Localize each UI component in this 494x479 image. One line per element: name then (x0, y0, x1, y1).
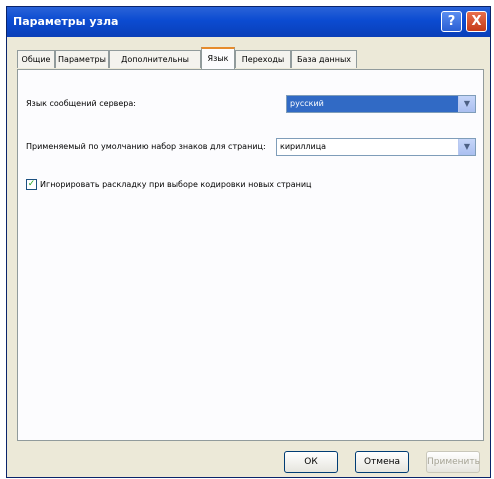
cancel-button[interactable]: Отмена (355, 451, 409, 473)
tab-language[interactable]: Язык (201, 47, 235, 69)
tab-panel-language: Язык сообщений сервера: русский ▼ Примен… (17, 69, 484, 441)
server-language-select[interactable]: русский ▼ (286, 95, 476, 113)
ignore-layout-checkbox[interactable]: ✓ (26, 179, 37, 190)
tab-advanced[interactable]: Дополнительны (109, 50, 201, 68)
dialog-window: Параметры узла ? X Общие Параметры Допол… (6, 6, 491, 478)
chevron-down-icon[interactable]: ▼ (458, 139, 475, 155)
close-icon: X (471, 14, 482, 29)
help-icon: ? (447, 14, 456, 29)
chevron-down-icon[interactable]: ▼ (458, 96, 475, 112)
charset-label: Применяемый по умолчанию набор знаков дл… (26, 142, 266, 151)
charset-value: кириллица (280, 142, 327, 151)
tab-database[interactable]: База данных (291, 50, 357, 68)
tab-transitions[interactable]: Переходы (235, 50, 291, 68)
ok-button[interactable]: ОК (284, 451, 338, 473)
tab-general[interactable]: Общие (17, 50, 55, 68)
charset-select[interactable]: кириллица ▼ (276, 138, 476, 156)
server-language-label: Язык сообщений сервера: (26, 99, 136, 108)
server-language-value: русский (290, 99, 324, 108)
apply-button[interactable]: Применить (426, 451, 480, 473)
tab-parameters[interactable]: Параметры (55, 50, 109, 68)
help-button[interactable]: ? (441, 11, 462, 32)
title-bar: Параметры узла ? X (7, 7, 490, 37)
close-button[interactable]: X (466, 11, 487, 32)
window-title: Параметры узла (13, 15, 119, 28)
ignore-layout-label: Игнорировать раскладку при выборе кодиро… (40, 180, 312, 189)
